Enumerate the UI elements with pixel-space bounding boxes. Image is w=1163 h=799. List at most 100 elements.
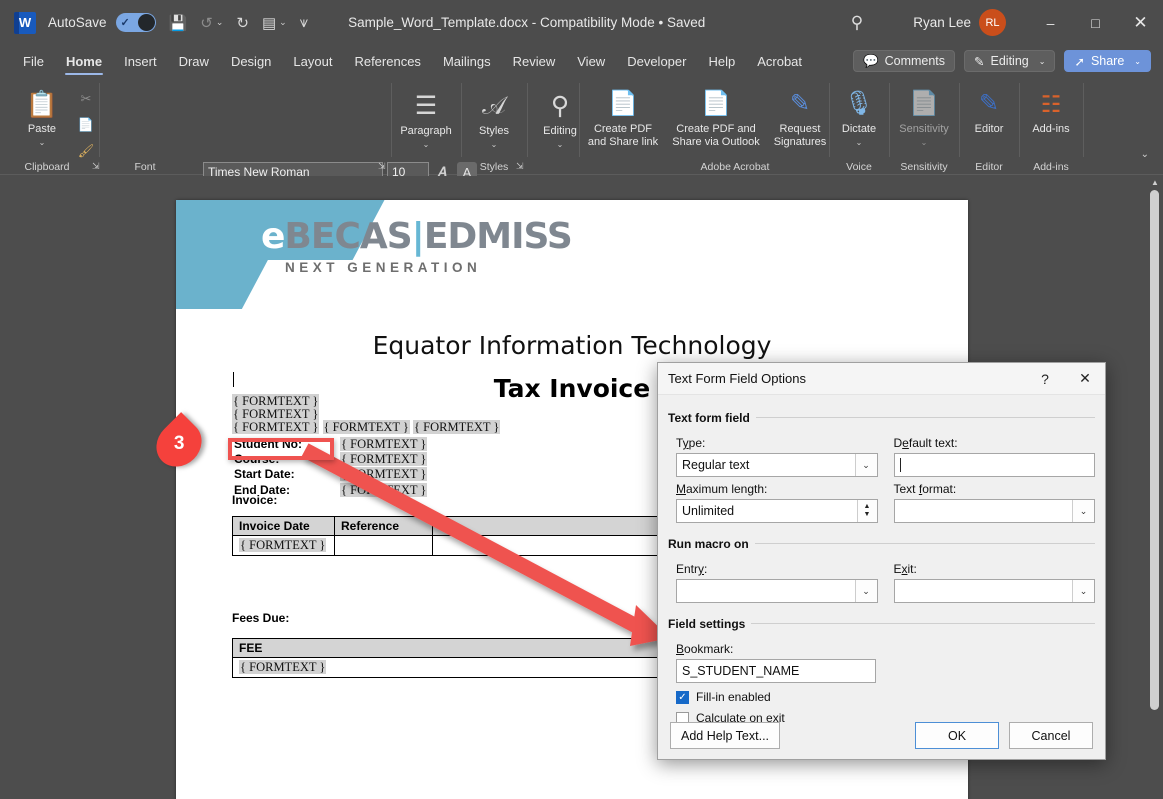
- field-text-format: Text format: ⌄: [894, 482, 1096, 523]
- comments-label: Comments: [885, 54, 945, 68]
- field-entry: Entry: ⌄: [676, 562, 878, 603]
- document-header-banner: eBECAS|EDMISS NEXT GENERATION: [176, 200, 968, 309]
- fillin-enabled-row[interactable]: ✓ Fill-in enabled: [676, 690, 1095, 704]
- avatar[interactable]: RL: [979, 9, 1006, 36]
- info-value[interactable]: { FORMTEXT }: [340, 453, 427, 466]
- cancel-button[interactable]: Cancel: [1009, 722, 1093, 749]
- tab-review[interactable]: Review: [502, 45, 567, 77]
- addins-button[interactable]: ☷ Add-ins: [1019, 87, 1083, 136]
- exit-select[interactable]: ⌄: [894, 579, 1096, 603]
- formtext-field[interactable]: { FORMTEXT }: [232, 407, 319, 421]
- copy-icon[interactable]: 📄: [76, 115, 96, 135]
- chevron-down-icon[interactable]: ⌄: [855, 454, 877, 476]
- customize-quick-access-icon[interactable]: ⩛: [300, 8, 308, 38]
- formtext-field[interactable]: { FORMTEXT }: [232, 394, 319, 408]
- dictate-label: Dictate: [842, 123, 876, 135]
- chevron-down-icon: ⌄: [1134, 57, 1141, 66]
- tab-acrobat[interactable]: Acrobat: [746, 45, 813, 77]
- info-value[interactable]: { FORMTEXT }: [340, 438, 427, 451]
- bookmark-value: S_STUDENT_NAME: [682, 664, 799, 678]
- group-field-settings: Field settings Bookmark: S_STUDENT_NAME …: [668, 615, 1095, 725]
- group-label-addins: Add-ins: [1020, 161, 1082, 173]
- max-length-spinner[interactable]: Unlimited ▲▼: [676, 499, 878, 523]
- entry-select[interactable]: ⌄: [676, 579, 878, 603]
- col-reference: Reference: [335, 517, 433, 536]
- chevron-down-icon[interactable]: ⌄: [1072, 500, 1094, 522]
- tab-design[interactable]: Design: [220, 45, 282, 77]
- text-format-select[interactable]: ⌄: [894, 499, 1096, 523]
- autosave-toggle[interactable]: ✓: [116, 13, 156, 32]
- text-format-label: Text format:: [894, 482, 1096, 496]
- ribbon-group-editing: ⚲ Editing ⌄: [514, 77, 578, 175]
- exit-label: Exit:: [894, 562, 1096, 576]
- tab-help[interactable]: Help: [697, 45, 746, 77]
- sensitivity-icon: 📄: [892, 87, 956, 121]
- chevron-down-icon[interactable]: ⌄: [1072, 580, 1094, 602]
- scroll-up-icon[interactable]: ▲: [1151, 178, 1159, 187]
- tab-layout[interactable]: Layout: [282, 45, 343, 77]
- logo-divider: |: [412, 216, 424, 257]
- text-form-field-options-dialog[interactable]: Text Form Field Options ? ✕ Text form fi…: [657, 362, 1106, 760]
- bookmark-input[interactable]: S_STUDENT_NAME: [676, 659, 876, 683]
- address-fields[interactable]: { FORMTEXT } { FORMTEXT } { FORMTEXT } {…: [232, 395, 500, 435]
- ok-button[interactable]: OK: [915, 722, 999, 749]
- comments-button[interactable]: 💬 Comments: [853, 50, 955, 72]
- tab-draw[interactable]: Draw: [168, 45, 220, 77]
- cell-reference[interactable]: [335, 536, 433, 556]
- cell-invoice-date[interactable]: { FORMTEXT }: [233, 536, 335, 556]
- request-signatures-button[interactable]: ✎ Request Signatures: [764, 87, 836, 149]
- tab-developer[interactable]: Developer: [616, 45, 697, 77]
- formtext-field[interactable]: { FORMTEXT }: [413, 420, 500, 434]
- tab-home[interactable]: Home: [55, 45, 113, 77]
- tab-view[interactable]: View: [566, 45, 616, 77]
- help-icon[interactable]: ?: [1025, 363, 1065, 394]
- tab-references[interactable]: References: [343, 45, 431, 77]
- undo-icon[interactable]: ↺⌄: [200, 8, 223, 38]
- formtext-field[interactable]: { FORMTEXT }: [323, 420, 410, 434]
- scrollbar-thumb[interactable]: [1150, 190, 1159, 710]
- editor-button[interactable]: ✎ Editor: [957, 87, 1021, 136]
- paste-button[interactable]: 📋 Paste ⌄: [10, 87, 74, 149]
- tab-insert[interactable]: Insert: [113, 45, 168, 77]
- dictate-button[interactable]: 🎙 Dictate ⌄: [827, 87, 891, 149]
- default-text-label: Default text:: [894, 436, 1096, 450]
- checkbox-fillin-enabled[interactable]: ✓: [676, 691, 689, 704]
- format-painter-icon[interactable]: 🖌: [76, 141, 96, 161]
- tab-mailings[interactable]: Mailings: [432, 45, 502, 77]
- create-pdf-and-share-link-button[interactable]: 📄 Create PDF and Share link: [584, 87, 662, 149]
- chevron-down-icon[interactable]: ⌄: [855, 580, 877, 602]
- tab-file[interactable]: File: [12, 45, 55, 77]
- paste-label: Paste: [28, 123, 56, 135]
- field-exit: Exit: ⌄: [894, 562, 1096, 603]
- font-dialog-launcher[interactable]: ⇲: [378, 161, 386, 172]
- vertical-scrollbar[interactable]: ▲: [1147, 176, 1163, 799]
- close-button[interactable]: ✕: [1118, 0, 1163, 45]
- paragraph-button[interactable]: ☰ Paragraph ⌄: [394, 89, 458, 151]
- group-run-macro-on: Run macro on Entry: ⌄ Exit:: [668, 535, 1095, 603]
- maximize-button[interactable]: □: [1073, 0, 1118, 45]
- dialog-footer: Add Help Text... OK Cancel: [658, 722, 1105, 749]
- document-heading-1: Equator Information Technology: [176, 331, 968, 360]
- minimize-button[interactable]: –: [1028, 0, 1073, 45]
- touch-mode-icon[interactable]: ▤⌄: [262, 8, 287, 38]
- pencil-icon: ✎: [974, 54, 984, 69]
- cut-icon[interactable]: ✂: [76, 89, 96, 109]
- max-length-value: Unlimited: [682, 504, 734, 518]
- info-value[interactable]: { FORMTEXT }: [340, 484, 427, 497]
- close-icon[interactable]: ✕: [1065, 363, 1105, 394]
- collapse-ribbon-icon[interactable]: ⌄: [1141, 149, 1149, 160]
- formtext-field[interactable]: { FORMTEXT }: [232, 420, 319, 434]
- share-button[interactable]: ➚ Share ⌄: [1064, 50, 1151, 72]
- default-text-input[interactable]: [894, 453, 1096, 477]
- editing-mode-button[interactable]: ✎ Editing ⌄: [964, 50, 1055, 72]
- info-value[interactable]: { FORMTEXT }: [340, 468, 427, 481]
- create-pdf-share-outlook-button[interactable]: 📄 Create PDF and Share via Outlook: [668, 87, 764, 149]
- add-help-text-button[interactable]: Add Help Text...: [670, 722, 780, 749]
- save-icon[interactable]: 💾: [169, 8, 188, 38]
- ribbon-group-font: Times New Roman ⌄ 10 ⌄ 𝑨 A B I U ⌄ ab x₂…: [100, 77, 390, 175]
- spinner-arrows-icon[interactable]: ▲▼: [857, 500, 877, 522]
- paragraph-label: Paragraph: [400, 125, 451, 137]
- search-icon[interactable]: ⚲: [851, 13, 863, 33]
- type-select[interactable]: Regular text ⌄: [676, 453, 878, 477]
- redo-icon[interactable]: ↻: [236, 8, 249, 38]
